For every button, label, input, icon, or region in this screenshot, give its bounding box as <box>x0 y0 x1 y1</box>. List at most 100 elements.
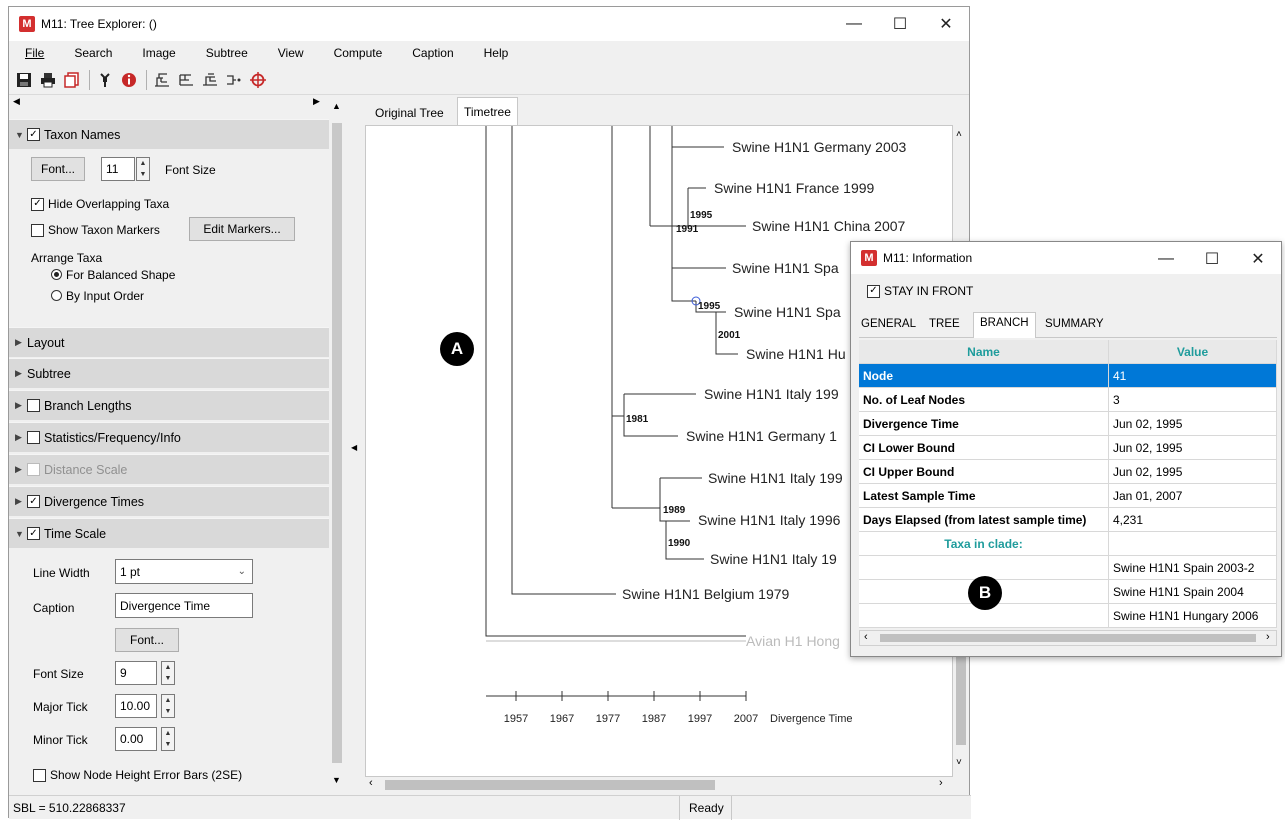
taxon-font-button[interactable]: Font... <box>31 157 85 181</box>
tab-tree[interactable]: TREE <box>929 318 960 330</box>
panel-horizontal-scrollbar[interactable]: ◀ ▶ <box>9 95 329 111</box>
table-row[interactable]: Divergence Time Jun 02, 1995 <box>859 412 1277 436</box>
tab-general[interactable]: GENERAL <box>861 318 916 330</box>
table-row[interactable]: CI Lower Bound Jun 02, 1995 <box>859 436 1277 460</box>
info-icon[interactable] <box>118 69 140 91</box>
row-name: Divergence Time <box>859 412 1109 436</box>
menu-search[interactable]: Search <box>74 46 112 60</box>
scroll-up-icon[interactable]: ˄ <box>956 129 962 140</box>
scale-font-size-stepper[interactable]: ▲ ▼ <box>161 661 175 685</box>
minimize-button[interactable]: — <box>831 7 877 41</box>
line-width-select[interactable]: 1 pt ⌄ <box>115 559 253 584</box>
status-divider <box>679 796 680 820</box>
font-size-input[interactable]: 11 <box>101 157 135 181</box>
branch-lengths-checkbox[interactable] <box>27 399 40 412</box>
scroll-left-icon[interactable]: ◀ <box>13 96 20 107</box>
table-row[interactable]: Swine H1N1 Hungary 2006 <box>859 604 1277 628</box>
stay-in-front-checkbox[interactable]: ✓ STAY IN FRONT <box>867 284 973 298</box>
scroll-down-icon[interactable]: ˅ <box>956 757 962 768</box>
tree-icon-2[interactable] <box>175 69 197 91</box>
scale-font-size-input[interactable]: 9 <box>115 661 157 685</box>
scroll-right-icon[interactable]: ▶ <box>313 96 320 107</box>
font-size-stepper[interactable]: ▲ ▼ <box>136 157 150 181</box>
taxon-names-checkbox[interactable]: ✓ <box>27 128 40 141</box>
divergence-times-checkbox[interactable]: ✓ <box>27 495 40 508</box>
taxon-label: Swine H1N1 Hu <box>746 346 846 362</box>
table-row[interactable]: Taxa in clade: <box>859 532 1277 556</box>
hide-overlapping-checkbox[interactable]: ✓ Hide Overlapping Taxa <box>31 197 169 211</box>
time-scale-tick-label: 1977 <box>596 713 620 725</box>
table-row[interactable]: Swine H1N1 Spain 2003-2 <box>859 556 1277 580</box>
info-horizontal-scrollbar[interactable]: ‹ › <box>859 630 1277 646</box>
tree-icon-4[interactable] <box>223 69 245 91</box>
section-subtree[interactable]: ▶ Subtree <box>9 358 329 388</box>
taxon-label: Swine H1N1 Belgium 1979 <box>622 586 790 602</box>
scroll-up-icon[interactable]: ▲ <box>332 101 341 111</box>
table-row[interactable]: No. of Leaf Nodes 3 <box>859 388 1277 412</box>
save-icon[interactable] <box>13 69 35 91</box>
menu-bar: File Search Image Subtree View Compute C… <box>9 41 969 65</box>
minimize-button[interactable]: — <box>1143 242 1189 276</box>
menu-help[interactable]: Help <box>484 46 509 60</box>
menu-compute[interactable]: Compute <box>334 46 383 60</box>
print-icon[interactable] <box>37 69 59 91</box>
section-taxon-names[interactable]: ▼ ✓ Taxon Names <box>9 119 329 149</box>
scrollbar-thumb[interactable] <box>880 634 1256 642</box>
panel-splitter[interactable]: ◀ <box>345 95 363 789</box>
menu-image[interactable]: Image <box>142 46 175 60</box>
close-button[interactable]: ✕ <box>1235 242 1281 276</box>
section-time-scale[interactable]: ▼ ✓ Time Scale <box>9 518 329 548</box>
edit-markers-button[interactable]: Edit Markers... <box>189 217 295 241</box>
time-scale-checkbox[interactable]: ✓ <box>27 527 40 540</box>
section-layout[interactable]: ▶ Layout <box>9 327 329 357</box>
major-tick-stepper[interactable]: ▲ ▼ <box>161 694 175 718</box>
scrollbar-thumb[interactable] <box>332 123 342 763</box>
scroll-down-icon[interactable]: ▼ <box>332 775 341 785</box>
major-tick-input[interactable]: 10.00 <box>115 694 157 718</box>
minor-tick-stepper[interactable]: ▲ ▼ <box>161 727 175 751</box>
table-row[interactable]: Latest Sample Time Jan 01, 2007 <box>859 484 1277 508</box>
app-logo: M <box>19 16 35 32</box>
error-bars-checkbox[interactable]: Show Node Height Error Bars (2SE) <box>33 768 242 782</box>
tab-summary[interactable]: SUMMARY <box>1045 318 1104 330</box>
scroll-left-icon[interactable]: ‹ <box>864 631 868 643</box>
panel-vertical-scrollbar[interactable]: ▲ ▼ <box>329 95 345 789</box>
menu-file[interactable]: File <box>25 46 44 60</box>
menu-subtree[interactable]: Subtree <box>206 46 248 60</box>
maximize-button[interactable]: ☐ <box>1189 242 1235 276</box>
menu-view[interactable]: View <box>278 46 304 60</box>
section-divergence-times[interactable]: ▶ ✓ Divergence Times <box>9 486 329 516</box>
scrollbar-thumb[interactable] <box>385 780 715 790</box>
tab-original-tree[interactable]: Original Tree <box>369 101 450 125</box>
wrench-icon[interactable] <box>94 69 116 91</box>
collapse-left-icon[interactable]: ◀ <box>351 443 357 452</box>
tree-icon-3[interactable] <box>199 69 221 91</box>
statistics-checkbox[interactable] <box>27 431 40 444</box>
input-order-radio[interactable]: By Input Order <box>51 289 144 303</box>
minor-tick-input[interactable]: 0.00 <box>115 727 157 751</box>
scroll-right-icon[interactable]: › <box>939 777 943 789</box>
scroll-right-icon[interactable]: › <box>1266 631 1270 643</box>
tree-horizontal-scrollbar[interactable]: ‹ › <box>365 777 953 793</box>
tab-branch[interactable]: BRANCH <box>973 312 1036 338</box>
section-statistics[interactable]: ▶ Statistics/Frequency/Info <box>9 422 329 452</box>
target-icon[interactable] <box>247 69 269 91</box>
section-branch-lengths[interactable]: ▶ Branch Lengths <box>9 390 329 420</box>
maximize-button[interactable]: ☐ <box>877 7 923 41</box>
table-row[interactable]: Days Elapsed (from latest sample time) 4… <box>859 508 1277 532</box>
table-row[interactable]: Node 41 <box>859 364 1277 388</box>
caption-input[interactable]: Divergence Time <box>115 593 253 618</box>
scroll-left-icon[interactable]: ‹ <box>369 777 373 789</box>
balanced-shape-radio[interactable]: For Balanced Shape <box>51 268 175 282</box>
tab-timetree[interactable]: Timetree <box>457 97 518 125</box>
copy-icon[interactable] <box>61 69 83 91</box>
show-markers-checkbox[interactable]: Show Taxon Markers <box>31 223 160 237</box>
table-row[interactable]: Swine H1N1 Spain 2004 <box>859 580 1277 604</box>
tree-icon-1[interactable] <box>151 69 173 91</box>
menu-caption[interactable]: Caption <box>412 46 453 60</box>
table-row[interactable]: CI Upper Bound Jun 02, 1995 <box>859 460 1277 484</box>
scale-font-button[interactable]: Font... <box>115 628 179 652</box>
close-button[interactable]: ✕ <box>923 7 969 41</box>
row-name: CI Upper Bound <box>859 460 1109 484</box>
section-distance-scale[interactable]: ▶ Distance Scale <box>9 454 329 484</box>
